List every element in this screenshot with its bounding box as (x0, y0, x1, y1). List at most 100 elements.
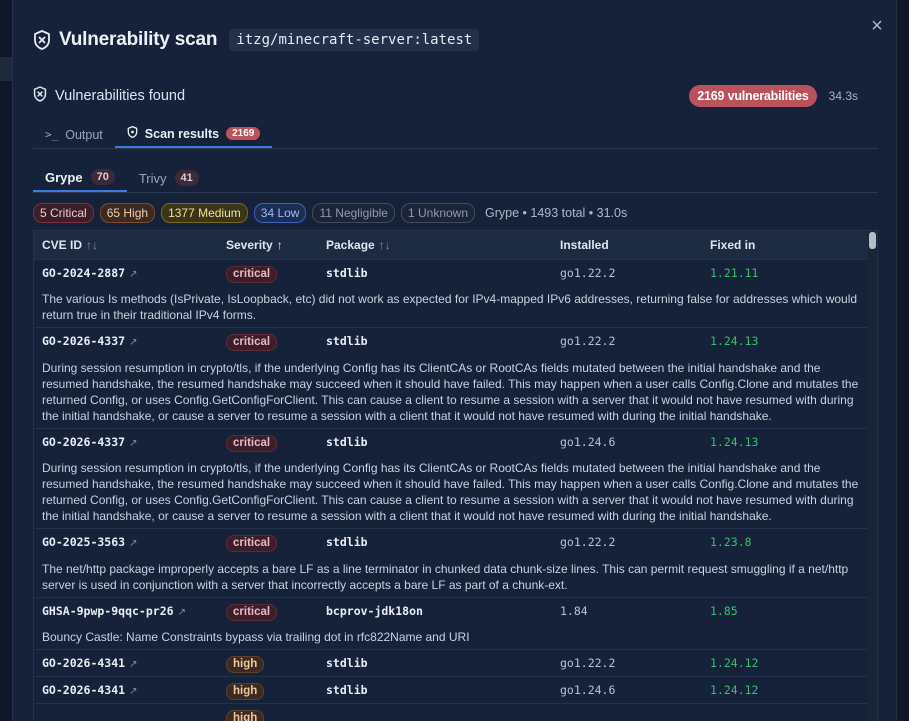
cve-id-link[interactable]: GO-2024-2887 (42, 266, 125, 280)
tab-grype[interactable]: Grype 70 (33, 164, 127, 192)
cve-id-link[interactable]: GO-2026-4341 (42, 683, 125, 697)
tab-scan-results[interactable]: Scan results 2169 (114, 121, 273, 148)
terminal-icon: >_ (45, 128, 59, 141)
shield-icon (127, 125, 138, 141)
backdrop-element (0, 57, 12, 81)
description-text: The various Is methods (IsPrivate, IsLoo… (42, 292, 858, 322)
trivy-count-badge: 41 (174, 170, 199, 186)
installed-cell (552, 703, 702, 721)
package-cell: stdlib (318, 649, 552, 677)
table-row[interactable]: GHSA-9pwp-9qqc-pr26 ↗ critical bcprov-jdk18… (34, 596, 870, 624)
grype-count-badge: 70 (90, 169, 115, 185)
description-text: During session resumption in crypto/tls,… (42, 360, 859, 423)
table-row-description: During session resumption in crypto/tls,… (34, 355, 870, 429)
filter-low[interactable]: 34 Low (253, 203, 307, 223)
image-tag: itzg/minecraft-server:latest (229, 29, 480, 51)
scrollbar[interactable] (868, 231, 877, 721)
table-row[interactable]: GO-2026-4341 ↗ high stdlib go1.22.2 1.24.12 (34, 649, 870, 677)
installed-cell: go1.24.6 (552, 427, 702, 455)
table-row[interactable]: high (34, 703, 870, 721)
shield-x-icon (33, 30, 51, 50)
cve-id-link[interactable]: GHSA-9pwp-9qqc-pr26 (42, 604, 174, 618)
external-link-icon[interactable]: ↗ (129, 269, 137, 280)
filter-high[interactable]: 65 High (99, 203, 156, 223)
cve-cell[interactable]: GHSA-9pwp-9qqc-pr26 ↗ (34, 596, 218, 624)
cve-id-link[interactable]: GO-2026-4337 (42, 334, 125, 348)
severity-cell: critical (218, 327, 318, 355)
tab-output-label: Output (65, 127, 103, 142)
package-cell: stdlib (318, 427, 552, 455)
filter-negligible[interactable]: 11 Negligible (312, 203, 395, 223)
table-row-description: The net/http package improperly accepts … (34, 556, 870, 598)
modal-header: Vulnerability scan itzg/minecraft-server… (33, 26, 480, 54)
tab-output[interactable]: >_ Output (33, 121, 115, 148)
cve-id-link[interactable]: GO-2026-4341 (42, 656, 125, 670)
external-link-icon[interactable]: ↗ (129, 686, 137, 697)
tab-scan-results-label: Scan results (144, 126, 220, 141)
severity-badge: critical (226, 603, 278, 621)
column-cve-id[interactable]: CVE ID ↑↓ (34, 231, 218, 259)
package-cell: stdlib (318, 528, 552, 556)
filter-medium[interactable]: 1377 Medium (161, 203, 248, 223)
severity-badge: high (226, 683, 265, 700)
table-row[interactable]: GO-2025-3563 ↗ critical stdlib go1.22.2 1.23.… (34, 528, 870, 556)
close-button[interactable]: × (868, 15, 886, 37)
table-header: CVE ID ↑↓ Severity ↑ Package ↑↓ Installed F… (34, 231, 870, 259)
severity-cell: critical (218, 596, 318, 624)
package-cell: stdlib (318, 327, 552, 355)
cve-cell[interactable]: GO-2026-4337 ↗ (34, 327, 218, 355)
cve-cell[interactable]: GO-2026-4341 ↗ (34, 676, 218, 704)
scan-results-count-badge: 2169 (226, 127, 261, 140)
external-link-icon[interactable]: ↗ (129, 438, 137, 449)
cve-id-link[interactable]: GO-2026-4337 (42, 435, 125, 449)
fixed-in-cell: 1.21.11 (702, 258, 870, 286)
package-cell: bcprov-jdk18on (318, 596, 552, 624)
cve-cell[interactable] (34, 703, 218, 721)
external-link-icon[interactable]: ↗ (178, 607, 186, 618)
filter-critical[interactable]: 5 Critical (33, 203, 94, 223)
package-cell: stdlib (318, 258, 552, 286)
table-row[interactable]: GO-2026-4337 ↗ critical stdlib go1.22.2 1.24.… (34, 327, 870, 355)
filter-unknown[interactable]: 1 Unknown (400, 203, 476, 223)
severity-cell: high (218, 676, 318, 704)
table-row-description: Bouncy Castle: Name Constraints bypass v… (34, 624, 870, 650)
severity-cell: critical (218, 258, 318, 286)
fixed-in-cell: 1.24.13 (702, 327, 870, 355)
cve-cell[interactable]: GO-2026-4337 ↗ (34, 427, 218, 455)
table-row[interactable]: GO-2024-2887 ↗ critical stdlib go1.22.2 1.21.… (34, 258, 870, 286)
table-row[interactable]: GO-2026-4341 ↗ high stdlib go1.24.6 1.24.12 (34, 676, 870, 704)
severity-cell: high (218, 703, 318, 721)
external-link-icon[interactable]: ↗ (129, 337, 137, 348)
description-text: The net/http package improperly accepts … (42, 561, 849, 592)
cve-cell[interactable]: GO-2026-4341 ↗ (34, 649, 218, 677)
cve-id-link[interactable]: GO-2025-3563 (42, 535, 125, 549)
table-row[interactable]: GO-2026-4337 ↗ critical stdlib go1.24.6 1.24.… (34, 427, 870, 455)
fixed-in-cell: 1.24.13 (702, 427, 870, 455)
column-installed: Installed (560, 237, 609, 252)
scrollbar-thumb[interactable] (869, 232, 876, 249)
external-link-icon[interactable]: ↗ (129, 659, 137, 670)
column-package[interactable]: Package ↑↓ (318, 231, 552, 259)
cve-cell[interactable]: GO-2024-2887 ↗ (34, 258, 218, 286)
external-link-icon[interactable]: ↗ (129, 538, 137, 549)
fixed-in-cell (702, 703, 870, 721)
severity-cell: high (218, 649, 318, 677)
package-cell (318, 703, 552, 721)
modal-title: Vulnerability scan (59, 29, 218, 50)
shield-x-icon (33, 85, 47, 107)
description-text: During session resumption in crypto/tls,… (42, 461, 859, 523)
vulnerability-scan-modal: × Vulnerability scan itzg/minecraft-serv… (12, 0, 897, 721)
sort-icon: ↑↓ (86, 237, 99, 252)
severity-badge: critical (226, 265, 278, 283)
severity-badge: high (226, 710, 265, 721)
column-severity[interactable]: Severity ↑ (218, 231, 318, 259)
close-icon[interactable]: × (871, 15, 883, 37)
severity-badge: critical (226, 434, 278, 452)
tab-trivy[interactable]: Trivy 41 (127, 164, 211, 192)
cve-cell[interactable]: GO-2025-3563 ↗ (34, 528, 218, 556)
vulnerability-table-container[interactable]: CVE ID ↑↓ Severity ↑ Package ↑↓ Installed F… (33, 230, 878, 721)
installed-cell: 1.84 (552, 596, 702, 624)
installed-cell: go1.24.6 (552, 676, 702, 704)
installed-cell: go1.22.2 (552, 528, 702, 556)
severity-cell: critical (218, 528, 318, 556)
